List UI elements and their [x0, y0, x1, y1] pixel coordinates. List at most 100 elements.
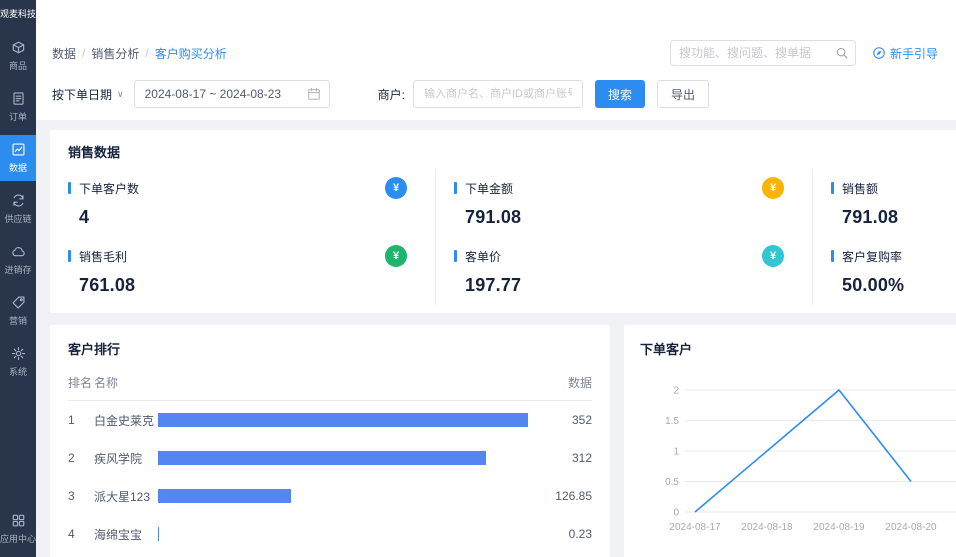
rank-number: 1 [68, 413, 94, 427]
sidebar-item-label: 供应链 [4, 212, 31, 225]
breadcrumb-item: 客户购买分析 [155, 45, 227, 62]
rank-bar [158, 451, 486, 465]
sidebar-item-supply-chain[interactable]: 供应链 [0, 186, 36, 232]
merchant-input[interactable] [413, 80, 583, 108]
rank-bar-cell [158, 413, 538, 427]
breadcrumb-separator: / [82, 46, 85, 60]
rank-value: 352 [538, 413, 592, 427]
sidebar-item-label: 营销 [9, 314, 27, 327]
breadcrumb-item[interactable]: 销售分析 [91, 45, 139, 62]
topbar: 数据/销售分析/客户购买分析 新手引导 [36, 0, 956, 72]
ranking-row: 3派大星123126.85 [68, 477, 592, 515]
ranking-rows: 1白金史莱克 352 2疾风学院 312 3派大星123126.854海绵宝宝0.23 [68, 401, 592, 553]
global-search-input[interactable] [671, 46, 835, 60]
svg-text:2024-08-20: 2024-08-20 [885, 522, 937, 533]
sidebar-item-label: 商品 [9, 59, 27, 72]
customer-ranking-panel: 客户排行 排名名称数据 1白金史莱克 352 2疾风学院 312 3派大星123126.… [50, 325, 610, 557]
rank-bar [158, 527, 159, 541]
metric-label: 客户复购率 [842, 248, 902, 265]
ranking-header: 排名名称数据 [68, 358, 592, 401]
sidebar-item-app-center[interactable]: 应用中心 [0, 505, 36, 557]
main-area: 数据/销售分析/客户购买分析 新手引导 按下单日期 ∨ [36, 0, 956, 557]
ranking-row: 2疾风学院 312 [68, 439, 592, 477]
avg-order-value-icon: ¥ [762, 245, 784, 267]
metric-label: 下单客户数 [79, 180, 139, 197]
metric-label: 下单金额 [465, 180, 513, 197]
guide-link[interactable]: 新手引导 [872, 45, 938, 62]
order-customers-line-svg: 00.511.522024-08-172024-08-182024-08-192… [640, 362, 956, 547]
sidebar-item-goods[interactable]: 商品 [0, 33, 36, 79]
line-chart: 00.511.522024-08-172024-08-182024-08-192… [640, 362, 956, 547]
rank-bar-cell [158, 527, 538, 541]
app-root: 观麦科技 商品订单数据供应链进销存营销系统 应用中心 数据/销售分析/客户购买分… [0, 0, 956, 557]
sidebar-item-label: 进销存 [4, 263, 31, 276]
sidebar-item-label: 系统 [9, 365, 27, 378]
marketing-icon [11, 295, 26, 310]
column-rank: 排名 [68, 374, 94, 391]
metric-label: 客单价 [465, 248, 501, 265]
ranking-row: 4海绵宝宝0.23 [68, 515, 592, 553]
metric-label: 销售额 [842, 180, 878, 197]
metric-label: 销售毛利 [79, 248, 127, 265]
search-button[interactable]: 搜索 [595, 80, 645, 108]
content-area: 销售数据 下单客户数 ¥4 下单金额 ¥791.08 销售额 791.08 销售毛利 ¥761… [36, 120, 956, 557]
sidebar-item-system[interactable]: 系统 [0, 339, 36, 385]
app-center-icon [11, 513, 26, 528]
metric-card: 客单价 ¥197.77 [435, 237, 812, 305]
sidebar-item-orders[interactable]: 订单 [0, 84, 36, 130]
breadcrumb-item[interactable]: 数据 [52, 45, 76, 62]
metric-value: 791.08 [465, 207, 784, 228]
topbar-right: 新手引导 [670, 40, 938, 66]
metric-value: 197.77 [465, 275, 784, 296]
gross-profit-icon: ¥ [385, 245, 407, 267]
rank-number: 2 [68, 451, 94, 465]
date-type-select[interactable]: 按下单日期 ∨ [52, 86, 124, 103]
customer-name: 派大星123 [94, 488, 158, 505]
metric-card: 销售额 791.08 [812, 169, 956, 237]
metric-value: 4 [79, 207, 407, 228]
metric-accent-bar [68, 182, 71, 194]
metric-accent-bar [454, 182, 457, 194]
metric-card: 客户复购率 50.00% [812, 237, 956, 305]
global-search-box[interactable] [670, 40, 856, 66]
calendar-icon[interactable] [307, 87, 321, 101]
metric-accent-bar [831, 250, 834, 262]
order-icon [11, 91, 26, 106]
filter-bar: 按下单日期 ∨ 商户: 搜索 导出 [36, 72, 956, 120]
svg-text:2024-08-18: 2024-08-18 [741, 522, 793, 533]
sales-panel-title: 销售数据 [50, 130, 956, 169]
date-range-input[interactable] [135, 87, 307, 101]
rank-bar [158, 413, 528, 427]
ranking-panel-title: 客户排行 [68, 339, 592, 358]
metric-card: 下单客户数 ¥4 [50, 169, 435, 237]
metric-accent-bar [831, 182, 834, 194]
rank-bar-cell [158, 451, 538, 465]
order-customers-icon: ¥ [385, 177, 407, 199]
customer-name: 白金史莱克 [94, 412, 158, 429]
metric-value: 50.00% [842, 275, 956, 296]
metric-accent-bar [68, 250, 71, 262]
sidebar-item-data[interactable]: 数据 [0, 135, 36, 181]
sidebar-nav: 商品订单数据供应链进销存营销系统 [0, 33, 36, 390]
svg-text:0.5: 0.5 [665, 477, 679, 488]
merchant-label: 商户: [378, 86, 405, 103]
customer-name: 疾风学院 [94, 450, 158, 467]
search-icon[interactable] [835, 46, 849, 60]
rank-value: 312 [538, 451, 592, 465]
svg-text:1: 1 [673, 447, 679, 458]
metric-value: 761.08 [79, 275, 407, 296]
order-customers-chart-panel: 下单客户 00.511.522024-08-172024-08-182024-0… [624, 325, 956, 557]
date-range-picker[interactable] [134, 80, 330, 108]
sidebar-item-marketing[interactable]: 营销 [0, 288, 36, 334]
metric-value: 791.08 [842, 207, 956, 228]
sidebar-item-inventory[interactable]: 进销存 [0, 237, 36, 283]
export-button[interactable]: 导出 [657, 80, 709, 108]
metrics-grid: 下单客户数 ¥4 下单金额 ¥791.08 销售额 791.08 销售毛利 ¥761.08 客单… [50, 169, 956, 305]
sales-data-panel: 销售数据 下单客户数 ¥4 下单金额 ¥791.08 销售额 791.08 销售毛利 ¥761… [50, 130, 956, 313]
guide-link-label: 新手引导 [890, 45, 938, 62]
svg-text:1.5: 1.5 [665, 416, 679, 427]
customer-name: 海绵宝宝 [94, 526, 158, 543]
sidebar-item-label: 应用中心 [0, 532, 36, 545]
rank-number: 4 [68, 527, 94, 541]
chart-panel-title: 下单客户 [640, 339, 956, 358]
